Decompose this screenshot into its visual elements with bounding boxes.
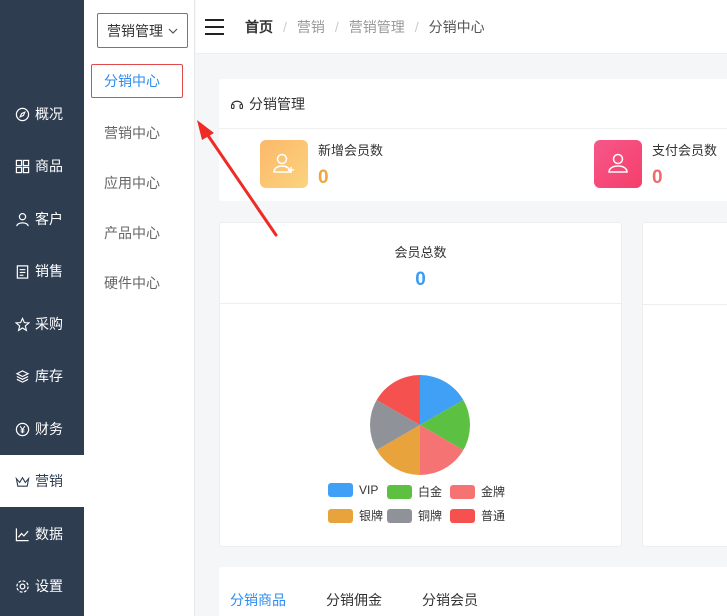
- add-user-icon: [260, 140, 308, 188]
- legend-swatch: [387, 508, 412, 523]
- stat-paid-members: 支付会员数 0: [594, 140, 717, 189]
- breadcrumb: 首页 / 营销 / 营销管理 / 分销中心: [245, 17, 485, 37]
- sidebar-item-label: 库存: [35, 368, 63, 384]
- legend-swatch: [450, 508, 475, 523]
- users-icon: [594, 140, 642, 188]
- sidebar-item-inventory[interactable]: 库存: [0, 350, 84, 402]
- legend-label: 普通: [481, 509, 506, 523]
- user-icon: [14, 211, 30, 227]
- breadcrumb-separator: /: [414, 18, 419, 35]
- layers-icon: [14, 368, 30, 384]
- legend-item[interactable]: 普通: [450, 507, 505, 524]
- submenu-item-marketing-center[interactable]: 营销中心: [104, 123, 160, 143]
- star-icon: [14, 316, 30, 332]
- submenu-title-dropdown[interactable]: 营销管理: [97, 13, 188, 48]
- grid-icon: [14, 158, 30, 174]
- sidebar-item-data[interactable]: 数据: [0, 508, 84, 560]
- menu-toggle-icon[interactable]: [205, 18, 224, 35]
- sidebar-item-label: 商品: [35, 158, 63, 174]
- chart-line-icon: [14, 526, 30, 542]
- breadcrumb-marketing[interactable]: 营销: [297, 17, 325, 37]
- legend-item[interactable]: 白金: [387, 483, 442, 500]
- legend-item[interactable]: 银牌: [328, 507, 383, 524]
- legend-swatch: [450, 484, 475, 499]
- member-total-card: 会员总数 0 VIP 白金 金牌 银牌 铜牌 普通: [219, 222, 622, 547]
- secondary-stat-card: [642, 222, 727, 547]
- stat-value: 0: [652, 167, 663, 188]
- submenu-item-hardware-center[interactable]: 硬件中心: [104, 273, 160, 293]
- sidebar-item-label: 设置: [35, 578, 63, 594]
- crown-icon: [14, 473, 30, 489]
- compass-icon: [14, 106, 30, 122]
- chevron-down-icon: [168, 28, 178, 34]
- card-header: 分销管理: [219, 79, 727, 129]
- submenu-title-label: 营销管理: [107, 22, 163, 39]
- breadcrumb-marketing-manage[interactable]: 营销管理: [349, 17, 405, 37]
- sidebar-item-finance[interactable]: 财务: [0, 403, 84, 455]
- sidebar-item-label: 采购: [35, 316, 63, 332]
- sidebar-item-label: 数据: [35, 526, 63, 542]
- submenu-item-app-center[interactable]: 应用中心: [104, 173, 160, 193]
- tab-distribution-members[interactable]: 分销会员: [422, 590, 478, 610]
- top-bar: 首页 / 营销 / 营销管理 / 分销中心: [196, 0, 727, 54]
- sidebar-item-label: 财务: [35, 421, 63, 437]
- stat-value: 0: [318, 167, 329, 188]
- sidebar-item-products[interactable]: 商品: [0, 140, 84, 192]
- sidebar-item-sales[interactable]: 销售: [0, 245, 84, 297]
- breadcrumb-current: 分销中心: [428, 18, 485, 35]
- sidebar-item-label: 客户: [35, 211, 63, 227]
- stat-new-members: 新增会员数 0: [260, 140, 383, 189]
- sidebar-item-overview[interactable]: 概况: [0, 88, 84, 140]
- distribution-manage-card: 分销管理 新增会员数 0 支付会员数 0: [219, 79, 727, 201]
- gear-icon: [14, 578, 30, 594]
- tab-distribution-commission[interactable]: 分销佣金: [326, 590, 382, 610]
- legend-swatch: [328, 508, 353, 523]
- sidebar-item-purchase[interactable]: 采购: [0, 298, 84, 350]
- breadcrumb-home[interactable]: 首页: [245, 17, 273, 37]
- submenu-item-distribution[interactable]: 分销中心: [91, 64, 183, 98]
- headset-icon: [230, 100, 244, 109]
- tab-distribution-products[interactable]: 分销商品: [230, 590, 286, 610]
- legend-label: 金牌: [481, 485, 506, 499]
- submenu-item-product-center[interactable]: 产品中心: [104, 223, 160, 243]
- card-title: 分销管理: [249, 95, 305, 112]
- legend-item[interactable]: 金牌: [450, 483, 505, 500]
- sidebar-item-label: 概况: [35, 106, 63, 122]
- legend-label: 铜牌: [418, 509, 443, 523]
- breadcrumb-separator: /: [334, 18, 339, 35]
- sidebar-item-customers[interactable]: 客户: [0, 193, 84, 245]
- legend-label: 银牌: [359, 509, 384, 523]
- legend-item[interactable]: VIP: [328, 483, 378, 497]
- breadcrumb-separator: /: [283, 18, 287, 35]
- legend-label: VIP: [359, 483, 379, 497]
- legend-item[interactable]: 铜牌: [387, 507, 442, 524]
- main-sidebar: 概况 商品 客户 销售 采购 库存 财务 营销 数据 设置: [0, 0, 84, 616]
- submenu-panel: 营销管理 分销中心 营销中心 应用中心 产品中心 硬件中心: [84, 0, 195, 616]
- stat-label: 新增会员数: [318, 143, 384, 158]
- sidebar-item-settings[interactable]: 设置: [0, 560, 84, 612]
- legend-swatch: [387, 484, 412, 499]
- clipboard-icon: [14, 263, 30, 279]
- sidebar-item-label: 营销: [35, 473, 63, 489]
- yen-icon: [14, 421, 30, 437]
- stat-label: 支付会员数: [652, 143, 718, 158]
- distribution-tabs: 分销商品 分销佣金 分销会员: [219, 567, 727, 616]
- legend-label: 白金: [418, 485, 443, 499]
- sidebar-item-marketing[interactable]: 营销: [0, 455, 84, 507]
- sidebar-item-label: 销售: [35, 263, 63, 279]
- legend-swatch: [328, 483, 353, 497]
